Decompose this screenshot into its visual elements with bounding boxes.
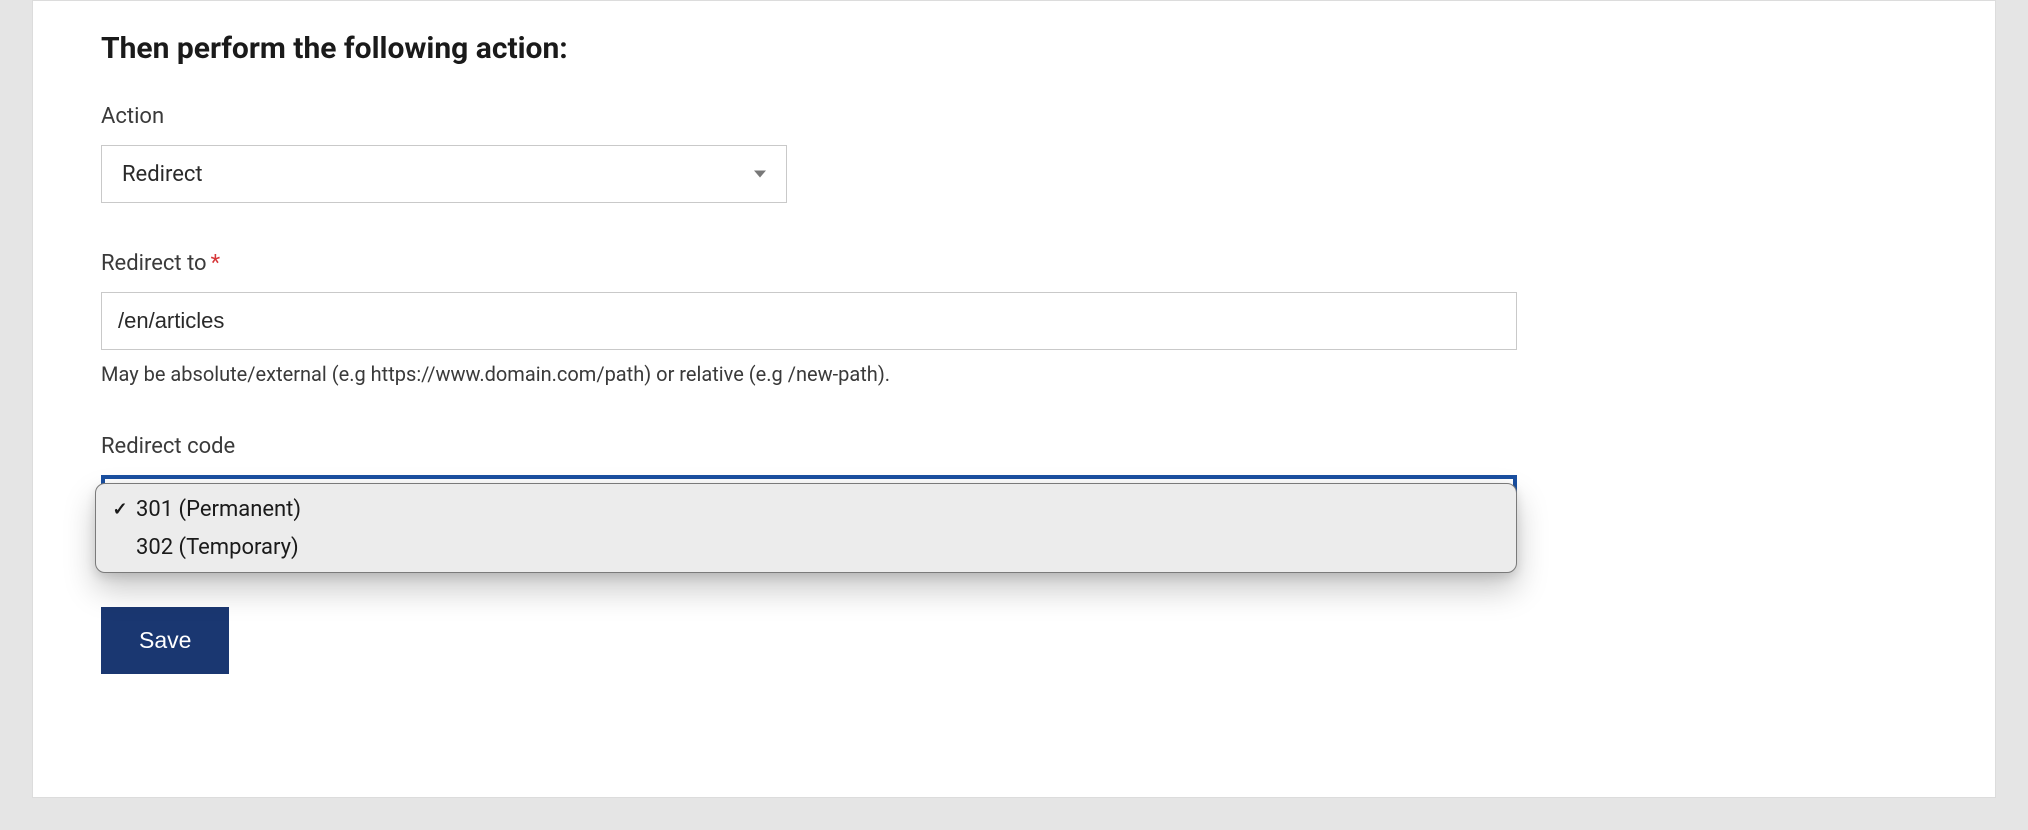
action-select-wrapper: Redirect bbox=[101, 145, 787, 203]
section-heading: Then perform the following action: bbox=[101, 31, 1927, 66]
redirect-code-dropdown: ✓ 301 (Permanent) 302 (Temporary) bbox=[95, 483, 1517, 573]
redirect-to-input[interactable] bbox=[101, 292, 1517, 350]
redirect-code-label: Redirect code bbox=[101, 434, 1927, 459]
redirect-code-group: Redirect code ✓ 301 (Permanent) 302 (Tem… bbox=[101, 434, 1927, 537]
required-indicator: * bbox=[211, 251, 220, 276]
save-button[interactable]: Save bbox=[101, 607, 229, 674]
caret-down-icon bbox=[754, 171, 766, 178]
action-select-value: Redirect bbox=[122, 162, 203, 187]
action-select[interactable]: Redirect bbox=[101, 145, 787, 203]
redirect-to-help: May be absolute/external (e.g https://ww… bbox=[101, 362, 1927, 386]
redirect-code-select[interactable]: ✓ 301 (Permanent) 302 (Temporary) bbox=[101, 475, 1517, 537]
redirect-to-input-wrapper bbox=[101, 292, 1517, 350]
redirect-code-option-301[interactable]: ✓ 301 (Permanent) bbox=[96, 490, 1516, 528]
redirect-code-option-label: 302 (Temporary) bbox=[136, 535, 299, 560]
redirect-code-option-label: 301 (Permanent) bbox=[136, 497, 301, 522]
action-label: Action bbox=[101, 104, 1927, 129]
redirect-to-label-text: Redirect to bbox=[101, 251, 207, 276]
check-icon: ✓ bbox=[106, 499, 134, 520]
redirect-code-option-302[interactable]: 302 (Temporary) bbox=[96, 528, 1516, 566]
page-background: Then perform the following action: Actio… bbox=[0, 0, 2028, 830]
redirect-to-label: Redirect to* bbox=[101, 251, 1927, 276]
form-card: Then perform the following action: Actio… bbox=[32, 0, 1996, 798]
